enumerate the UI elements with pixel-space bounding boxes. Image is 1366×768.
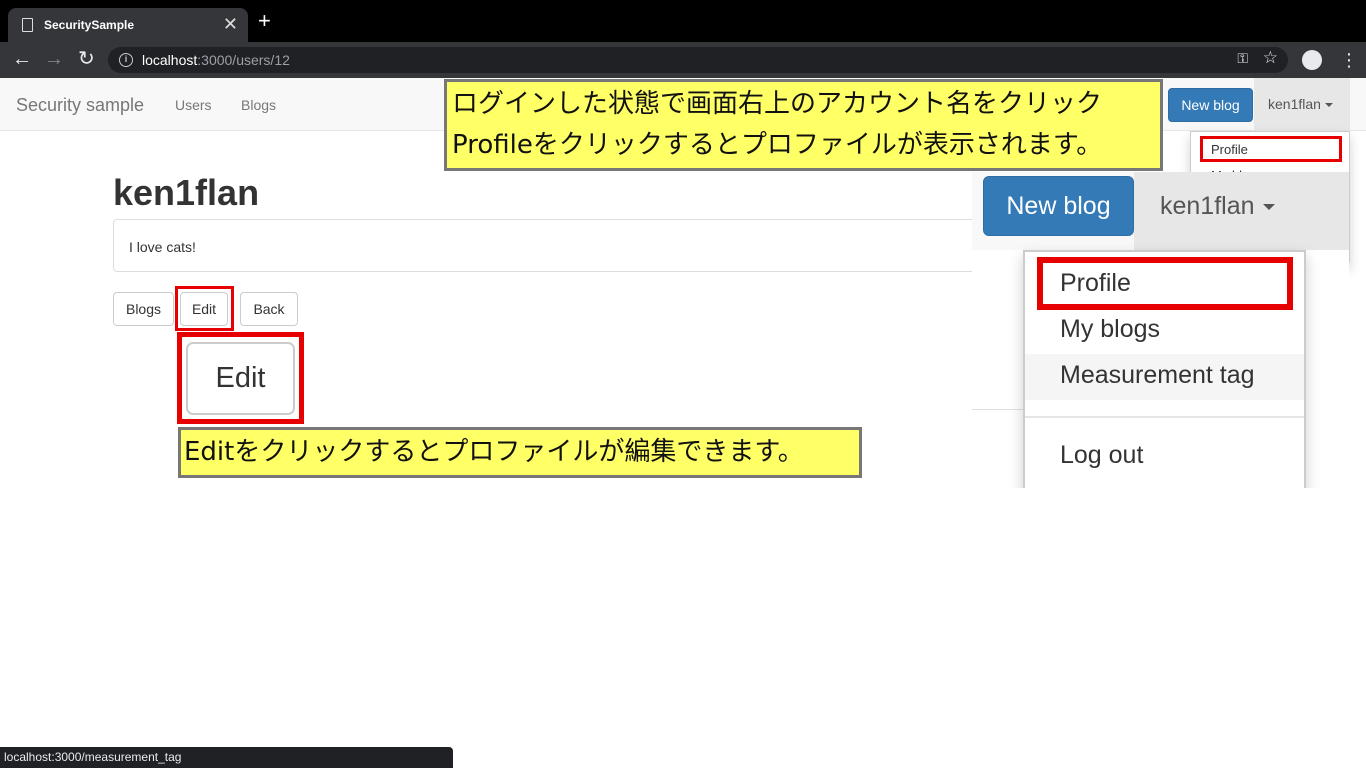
highlight-box-profile-small [1200, 136, 1342, 162]
user-label-zoomed: ken1flan [1160, 192, 1255, 220]
url-text: localhost:3000/users/12 [142, 52, 290, 68]
key-icon[interactable]: ⚿ [1237, 50, 1248, 67]
dropdown-zoom-panel: New blog ken1flan Profile My blogs Measu… [972, 172, 1349, 488]
tab-title: SecuritySample [44, 18, 135, 32]
caret-down-icon-zoomed [1262, 204, 1275, 211]
document-icon [22, 18, 33, 32]
info-icon[interactable]: i [119, 53, 133, 67]
back-arrow-icon[interactable]: ← [12, 48, 32, 70]
forward-arrow-icon[interactable]: → [44, 48, 64, 70]
user-dropdown-toggle-zoomed: ken1flan [1134, 172, 1349, 250]
caret-down-icon [1324, 103, 1333, 108]
new-tab-icon[interactable]: + [258, 10, 271, 32]
browser-tab-bar: SecuritySample ✕ + [0, 0, 1366, 42]
bookmark-star-icon[interactable]: ☆ [1263, 48, 1278, 68]
user-dropdown-label: ken1flan [1268, 96, 1321, 112]
dropdown-item-logout-zoomed: Log out [1060, 441, 1144, 469]
annotation-top-line2: Profileをクリックするとプロファイルが表示されます。 [452, 130, 1103, 160]
close-tab-icon[interactable]: ✕ [223, 14, 238, 35]
nav-link-blogs[interactable]: Blogs [241, 97, 276, 113]
browser-profile-avatar[interactable] [1302, 50, 1322, 70]
user-dropdown-toggle[interactable]: ken1flan [1254, 78, 1350, 131]
edit-button-zoomed: Edit [186, 342, 295, 415]
new-blog-button[interactable]: New blog [1168, 88, 1253, 122]
blogs-button[interactable]: Blogs [113, 292, 174, 326]
annotation-bottom-text: Editをクリックするとプロファイルが編集できます。 [184, 437, 804, 467]
dropdown-item-my-blogs-zoomed: My blogs [1060, 315, 1161, 343]
address-bar[interactable]: i localhost:3000/users/12 ⚿ ☆ [108, 47, 1288, 73]
nav-link-users[interactable]: Users [175, 97, 212, 113]
reload-icon[interactable]: ↻ [78, 48, 95, 70]
annotation-callout-top: ログインした状態で画面右上のアカウント名をクリック Profileをクリックする… [444, 79, 1163, 171]
profile-description: I love cats! [129, 239, 196, 255]
browser-menu-icon[interactable]: ⋮ [1340, 47, 1358, 73]
browser-tab[interactable]: SecuritySample ✕ [8, 8, 248, 42]
highlight-box-edit [175, 286, 234, 331]
navbar-brand[interactable]: Security sample [16, 95, 144, 116]
status-bar-url: localhost:3000/measurement_tag [0, 747, 453, 768]
page-title: ken1flan [113, 172, 260, 213]
dropdown-item-measurement-tag-zoomed: Measurement tag [1060, 361, 1255, 389]
browser-toolbar: ← → ↻ i localhost:3000/users/12 ⚿ ☆ ⋮ [0, 42, 1366, 78]
dropdown-divider-zoomed [1025, 416, 1304, 418]
highlight-box-profile-zoomed [1037, 257, 1293, 310]
annotation-top-line1: ログインした状態で画面右上のアカウント名をクリック [452, 89, 1103, 119]
new-blog-button-zoomed: New blog [983, 176, 1134, 236]
annotation-callout-bottom: Editをクリックするとプロファイルが編集できます。 [178, 427, 862, 478]
back-button[interactable]: Back [240, 292, 298, 326]
